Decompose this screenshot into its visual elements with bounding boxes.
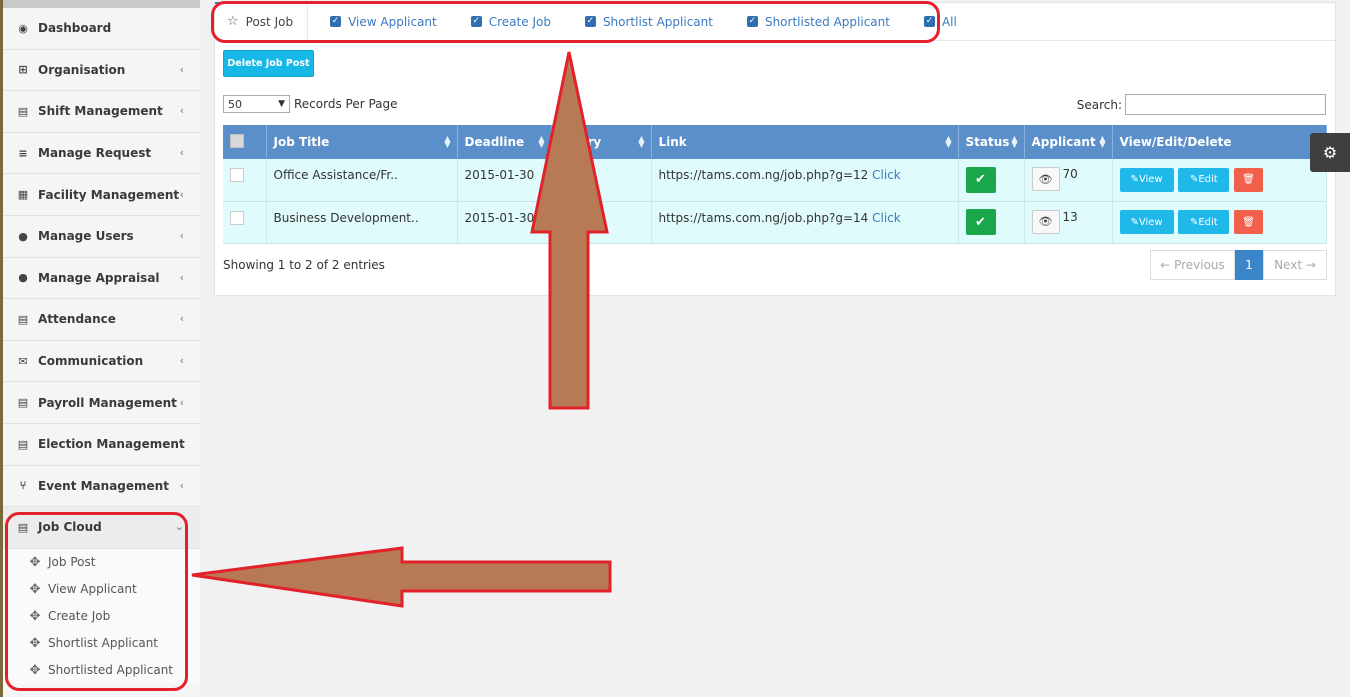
- up-arrow-annotation: [530, 51, 609, 410]
- annotation-arrows: [191, 51, 612, 608]
- left-arrow-annotation: [191, 546, 612, 608]
